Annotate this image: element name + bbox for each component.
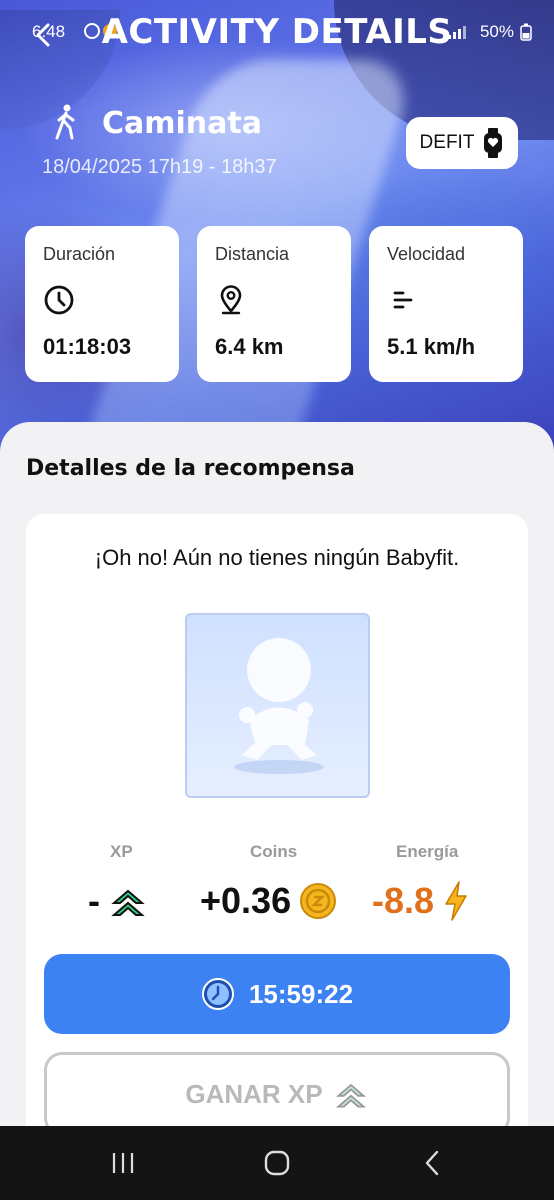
stat-label: Velocidad [387,244,466,264]
lightning-icon [445,881,467,921]
defit-label: DEFIT [419,132,475,153]
energy-label: Energía [396,842,459,861]
location-pin-icon [220,285,242,315]
stat-card-speed: Velocidad 5.1 km/h [369,226,523,382]
coins-value: +0.36 [200,880,292,921]
activity-date-range: 18/04/2025 17h19 - 18h37 [42,156,277,178]
walking-icon [55,104,75,140]
xp-value: - [88,880,100,921]
stat-label: Distancia [215,244,290,264]
system-navigation-bar [0,1126,554,1200]
babyfit-silhouette [234,638,324,774]
no-babyfit-message: ¡Oh no! Aún no tienes ningún Babyfit. [94,545,460,570]
stat-label: Duración [43,244,116,264]
page-title: ACTIVITY DETAILS [101,12,453,52]
recent-apps-icon[interactable] [108,1148,138,1178]
xp-metric: - [88,880,148,922]
stat-value: 01:18:03 [43,334,132,359]
xp-label: XP [110,842,133,861]
xp-arrows-icon [111,889,145,916]
coins-metric: +0.36 [200,880,337,922]
stopwatch-icon [201,978,234,1010]
stat-card-duration: Duración 01:18:03 [25,226,179,382]
timer-button[interactable]: 15:59:22 [44,954,510,1034]
activity-name: Caminata [102,106,262,141]
smartwatch-icon [484,128,503,158]
home-icon[interactable] [262,1148,292,1178]
speed-lines-icon [393,291,413,309]
timer-value: 15:59:22 [248,978,354,1009]
babyfit-placeholder-image [185,613,370,798]
back-nav-icon[interactable] [418,1148,448,1178]
xp-arrows-icon [335,1083,366,1108]
coins-label: Coins [250,842,298,861]
clock-icon [44,285,74,315]
coin-icon [300,883,337,919]
energy-metric: -8.8 [372,880,470,922]
stat-card-distance: Distancia 6.4 km [197,226,351,382]
stat-value: 6.4 km [215,334,284,359]
energy-value: -8.8 [372,880,435,921]
reward-section-title: Detalles de la recompensa [26,456,355,481]
stat-value: 5.1 km/h [387,334,476,359]
earn-xp-label: GANAR XP [185,1078,323,1109]
defit-device-button[interactable]: DEFIT [406,117,518,169]
earn-xp-button[interactable]: GANAR XP [44,1052,510,1136]
